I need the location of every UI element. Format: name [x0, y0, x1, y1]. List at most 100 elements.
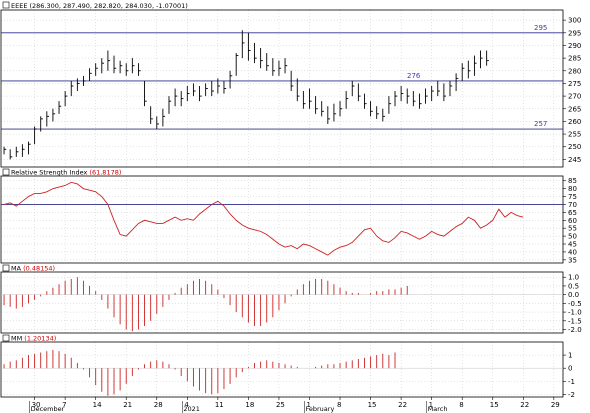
price-bar[interactable] — [473, 55, 477, 76]
price-bar[interactable] — [345, 91, 349, 109]
rsi-ytick-label: 80 — [568, 185, 577, 193]
price-bar[interactable] — [235, 53, 239, 76]
price-bar[interactable] — [351, 80, 355, 97]
price-bar[interactable] — [315, 96, 318, 114]
month-label: 2021 — [183, 405, 200, 413]
price-bar[interactable] — [309, 88, 312, 109]
price-bar[interactable] — [229, 70, 233, 89]
price-bar[interactable] — [400, 85, 404, 102]
x-tick-label: 8 — [337, 401, 341, 409]
price-bar[interactable] — [89, 68, 92, 81]
price-ytick-label: 265 — [568, 105, 581, 113]
price-bar[interactable] — [125, 63, 129, 76]
price-bar[interactable] — [272, 58, 276, 76]
ma-ytick-label: -1.5 — [568, 317, 582, 325]
x-tick-label: 22 — [398, 401, 407, 409]
price-bar[interactable] — [199, 85, 202, 102]
price-bar[interactable] — [95, 63, 98, 76]
ma-ytick-label: -1.0 — [568, 309, 582, 317]
price-bar[interactable] — [364, 93, 367, 109]
price-bar[interactable] — [296, 78, 300, 102]
price-bar[interactable] — [266, 53, 269, 71]
price-ytick-label: 275 — [568, 80, 581, 88]
price-bar[interactable] — [278, 60, 282, 76]
x-tick-label: 29 — [551, 401, 560, 409]
price-bar[interactable] — [156, 116, 159, 130]
rsi-title: Relative Strength Index (61.8178) — [11, 169, 121, 177]
price-bar[interactable] — [3, 146, 7, 155]
price-bar[interactable] — [254, 42, 257, 64]
price-bar[interactable] — [83, 75, 86, 86]
price-bar[interactable] — [284, 58, 288, 74]
month-label: December — [31, 405, 65, 413]
price-bar[interactable] — [70, 80, 74, 97]
ma-ytick-label: 0.5 — [568, 282, 579, 290]
price-bar[interactable] — [406, 88, 410, 104]
price-bar[interactable] — [107, 50, 111, 71]
price-bar[interactable] — [28, 141, 31, 155]
price-ytick-label: 280 — [568, 67, 581, 75]
price-bar[interactable] — [333, 103, 337, 122]
rsi-header-box-icon — [2, 168, 10, 176]
price-bar[interactable] — [144, 80, 147, 107]
price-bar[interactable] — [425, 88, 428, 104]
price-bar[interactable] — [101, 58, 104, 74]
price-header-label: EEEE (286.300, 287.490, 282.820, 284.030… — [11, 2, 188, 10]
price-ytick-label: 290 — [568, 42, 581, 50]
price-bar[interactable] — [168, 96, 172, 114]
price-bar[interactable] — [34, 126, 37, 145]
rsi-ytick-label: 40 — [568, 248, 577, 256]
price-bar[interactable] — [461, 63, 465, 81]
price-bar[interactable] — [223, 80, 227, 94]
price-bar[interactable] — [192, 83, 196, 97]
price-bar[interactable] — [247, 32, 251, 61]
price-bar[interactable] — [449, 80, 453, 97]
price-bar[interactable] — [15, 146, 19, 157]
price-bar[interactable] — [437, 80, 440, 97]
price-bar[interactable] — [174, 88, 178, 107]
price-bar[interactable] — [58, 101, 62, 114]
price-bar[interactable] — [76, 78, 80, 92]
price-bar[interactable] — [46, 111, 50, 127]
mm-panel-frame — [0, 341, 564, 398]
price-bar[interactable] — [21, 144, 25, 157]
price-ytick-label: 300 — [568, 17, 581, 25]
price-bar[interactable] — [137, 63, 141, 76]
price-bar[interactable] — [186, 85, 190, 102]
price-bar[interactable] — [339, 101, 343, 117]
rsi-ytick-label: 60 — [568, 217, 577, 225]
price-ytick-label: 260 — [568, 118, 581, 126]
price-bar[interactable] — [467, 60, 471, 79]
price-bar[interactable] — [357, 83, 361, 102]
price-bar[interactable] — [388, 96, 392, 114]
price-bar[interactable] — [241, 30, 245, 59]
x-tick-label: 14 — [93, 401, 102, 409]
price-bar[interactable] — [131, 58, 135, 74]
month-label: February — [305, 405, 334, 413]
price-bar[interactable] — [382, 108, 385, 122]
price-bar[interactable] — [162, 108, 166, 127]
price-bar[interactable] — [455, 73, 459, 92]
ma-title: MA (0.48154) — [11, 265, 55, 273]
price-bar[interactable] — [64, 91, 68, 107]
price-bar[interactable] — [52, 108, 56, 122]
rsi-ytick-label: 35 — [568, 256, 577, 264]
price-bar[interactable] — [394, 91, 398, 107]
price-bar[interactable] — [412, 91, 416, 107]
price-level-label: 295 — [534, 24, 547, 32]
price-bar[interactable] — [205, 83, 208, 97]
price-bar[interactable] — [211, 80, 214, 97]
ma-panel-frame — [0, 271, 564, 334]
price-bar[interactable] — [443, 83, 447, 102]
price-bar[interactable] — [370, 101, 373, 117]
ma-ytick-label: 0.0 — [568, 291, 579, 299]
price-bar[interactable] — [119, 60, 123, 74]
mm-ytick-label: 0 — [568, 365, 572, 373]
price-bar[interactable] — [431, 85, 434, 102]
price-bar[interactable] — [9, 149, 13, 160]
price-bar[interactable] — [480, 50, 483, 69]
price-bar[interactable] — [302, 91, 306, 109]
price-bar[interactable] — [376, 106, 379, 119]
price-bar[interactable] — [418, 93, 422, 109]
price-bar[interactable] — [180, 91, 184, 107]
